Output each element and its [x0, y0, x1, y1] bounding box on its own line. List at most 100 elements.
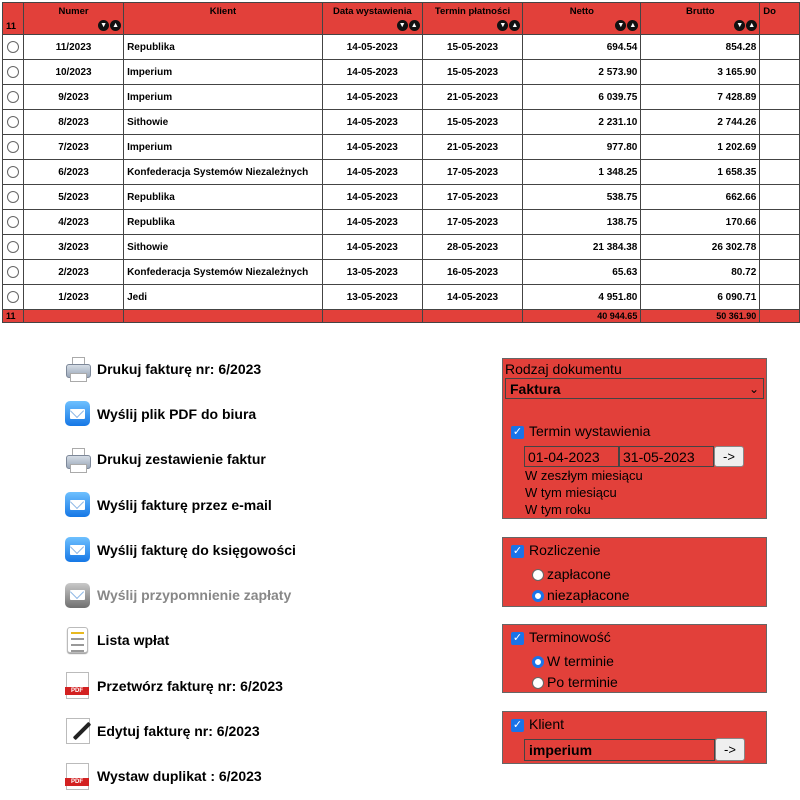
cell-issue-date: 14-05-2023 — [321, 209, 423, 235]
duplicate-invoice-action[interactable]: PDF Wystaw duplikat : 6/2023 — [64, 754, 484, 799]
header-termin-platnosci[interactable]: Termin płatności ▼ ▲ — [421, 2, 524, 35]
issue-date-toggle[interactable]: ✓ Termin wystawienia — [511, 423, 650, 439]
date-to-input[interactable]: 31-05-2023 — [619, 446, 714, 467]
send-email-action[interactable]: Wyślij fakturę przez e-mail — [64, 482, 484, 527]
cell-due-date: 21-05-2023 — [421, 134, 524, 160]
header-netto[interactable]: Netto ▼ ▲ — [522, 2, 642, 35]
action-label: Wyślij fakturę do księgowości — [97, 541, 296, 558]
radio-selected-icon[interactable] — [532, 590, 544, 603]
radio-icon[interactable] — [532, 569, 544, 582]
table-row[interactable]: 5/2023 Republika 14-05-2023 17-05-2023 538.7… — [2, 184, 800, 210]
print-summary-action[interactable]: Drukuj zestawienie faktur — [64, 437, 484, 482]
cell-brutto: 1 658.35 — [640, 159, 761, 185]
send-accounting-action[interactable]: Wyślij fakturę do księgowości — [64, 527, 484, 572]
doc-type-select[interactable]: Faktura ⌄ — [505, 378, 764, 399]
row-select-radio[interactable] — [6, 166, 19, 178]
cell-issue-date: 14-05-2023 — [321, 34, 423, 60]
table-row[interactable]: 6/2023 Konfederacja Systemów Niezależnych… — [2, 159, 800, 185]
action-label: Lista wpłat — [97, 632, 170, 649]
table-row[interactable]: 11/2023 Republika 14-05-2023 15-05-2023 694.… — [2, 34, 800, 60]
cell-brutto: 662.66 — [640, 184, 761, 210]
cell-issue-date: 14-05-2023 — [321, 84, 423, 110]
sort-asc-icon[interactable]: ▲ — [509, 20, 521, 31]
table-row[interactable]: 2/2023 Konfederacja Systemów Niezależnych… — [2, 259, 800, 285]
header-brutto[interactable]: Brutto ▼ ▲ — [640, 2, 761, 35]
timeliness-toggle[interactable]: ✓ Terminowość — [511, 629, 611, 645]
cell-netto: 1 348.25 — [522, 159, 642, 185]
table-row[interactable]: 10/2023 Imperium 14-05-2023 15-05-2023 2 573… — [2, 59, 800, 85]
header-klient: Klient — [123, 2, 323, 35]
table-row[interactable]: 4/2023 Republika 14-05-2023 17-05-2023 138.7… — [2, 209, 800, 235]
checkbox-checked-icon[interactable]: ✓ — [511, 718, 524, 732]
cell-number: 9/2023 — [22, 84, 125, 110]
radio-icon[interactable] — [532, 677, 544, 690]
header-do: Do — [759, 2, 800, 35]
invoice-table: 11 Numer ▼ ▲ Klient Data wystawienia ▼ ▲ T… — [2, 2, 800, 323]
row-select-radio[interactable] — [6, 116, 19, 128]
sort-asc-icon[interactable]: ▲ — [746, 20, 758, 31]
row-select-radio[interactable] — [6, 241, 19, 253]
settlement-toggle[interactable]: ✓ Rozliczenie — [511, 542, 601, 558]
edit-invoice-action[interactable]: Edytuj fakturę nr: 6/2023 — [64, 708, 484, 753]
action-label: Przetwórz fakturę nr: 6/2023 — [97, 677, 283, 694]
row-select-radio[interactable] — [6, 66, 19, 78]
date-from-input[interactable]: 01-04-2023 — [524, 446, 619, 467]
doc-type-label: Rodzaj dokumentu — [505, 361, 622, 377]
print-invoice-action[interactable]: Drukuj fakturę nr: 6/2023 — [64, 346, 484, 391]
sort-desc-icon[interactable]: ▼ — [396, 20, 408, 31]
radio-selected-icon[interactable] — [532, 656, 544, 669]
checkbox-checked-icon[interactable]: ✓ — [511, 631, 524, 645]
client-toggle[interactable]: ✓ Klient — [511, 716, 564, 732]
filter-panel-document: Rodzaj dokumentu Faktura ⌄ ✓ Termin wysta… — [502, 358, 767, 519]
cell-due-date: 15-05-2023 — [421, 109, 524, 135]
mail-icon — [65, 401, 90, 427]
quick-this-month[interactable]: W tym miesiącu — [525, 485, 617, 500]
row-select-radio[interactable] — [6, 291, 19, 303]
payments-list-action[interactable]: Lista wpłat — [64, 618, 484, 663]
row-select-radio[interactable] — [6, 216, 19, 228]
sort-asc-icon[interactable]: ▲ — [110, 20, 122, 31]
sort-asc-icon[interactable]: ▲ — [627, 20, 639, 31]
table-row[interactable]: 7/2023 Imperium 14-05-2023 21-05-2023 977.80… — [2, 134, 800, 160]
checkbox-checked-icon[interactable]: ✓ — [511, 425, 524, 439]
settlement-option-paid[interactable]: zapłacone — [532, 566, 611, 582]
cell-number: 1/2023 — [22, 284, 125, 310]
mail-icon — [65, 537, 90, 563]
row-select-radio[interactable] — [6, 191, 19, 203]
row-select-radio[interactable] — [6, 91, 19, 103]
send-pdf-office-action[interactable]: Wyślij plik PDF do biura — [64, 391, 484, 436]
list-icon — [67, 627, 88, 654]
action-label: Wyślij plik PDF do biura — [97, 405, 257, 422]
cell-number: 5/2023 — [22, 184, 125, 210]
header-data-wystawienia[interactable]: Data wystawienia ▼ ▲ — [321, 2, 423, 35]
quick-this-year[interactable]: W tym roku — [525, 502, 591, 517]
action-label: Wyślij przypomnienie zapłaty — [97, 587, 292, 604]
cell-due-date: 15-05-2023 — [421, 34, 524, 60]
sort-desc-icon[interactable]: ▼ — [497, 20, 509, 31]
client-input[interactable]: imperium — [524, 739, 715, 761]
quick-last-month[interactable]: W zeszłym miesiącu — [525, 468, 643, 483]
timeliness-option-on-time[interactable]: W terminie — [532, 653, 614, 669]
sort-desc-icon[interactable]: ▼ — [615, 20, 627, 31]
cell-client: Republika — [123, 209, 323, 235]
cell-number: 11/2023 — [22, 34, 125, 60]
checkbox-checked-icon[interactable]: ✓ — [511, 544, 524, 558]
table-row[interactable]: 3/2023 Sithowie 14-05-2023 28-05-2023 21 384… — [2, 234, 800, 260]
date-apply-button[interactable]: -> — [714, 446, 744, 467]
table-row[interactable]: 1/2023 Jedi 13-05-2023 14-05-2023 4 951.80 6 … — [2, 284, 800, 310]
cell-netto: 65.63 — [522, 259, 642, 285]
settlement-option-unpaid[interactable]: niezapłacone — [532, 587, 630, 603]
row-select-radio[interactable] — [6, 266, 19, 278]
row-select-radio[interactable] — [6, 141, 19, 153]
cell-client: Imperium — [123, 84, 323, 110]
sort-desc-icon[interactable]: ▼ — [98, 20, 110, 31]
sort-desc-icon[interactable]: ▼ — [734, 20, 746, 31]
process-invoice-action[interactable]: PDF Przetwórz fakturę nr: 6/2023 — [64, 663, 484, 708]
header-numer[interactable]: Numer ▼ ▲ — [22, 2, 125, 35]
timeliness-option-late[interactable]: Po terminie — [532, 674, 618, 690]
sort-asc-icon[interactable]: ▲ — [408, 20, 420, 31]
table-row[interactable]: 9/2023 Imperium 14-05-2023 21-05-2023 6 039.… — [2, 84, 800, 110]
table-row[interactable]: 8/2023 Sithowie 14-05-2023 15-05-2023 2 231.… — [2, 109, 800, 135]
row-select-radio[interactable] — [6, 41, 19, 53]
client-apply-button[interactable]: -> — [715, 738, 745, 761]
